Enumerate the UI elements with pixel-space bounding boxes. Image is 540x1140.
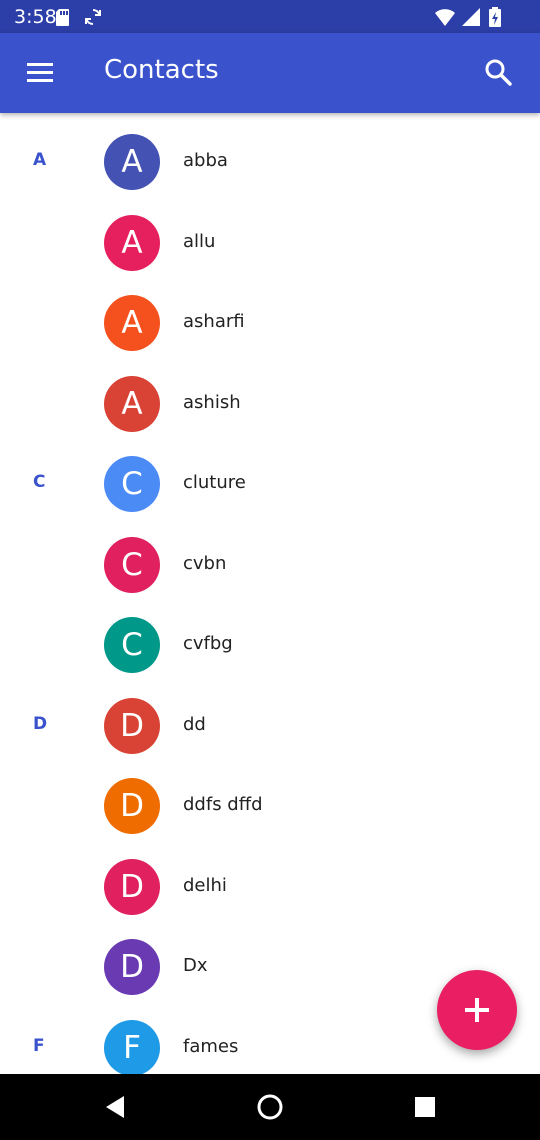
sync-icon [82, 6, 104, 28]
home-icon[interactable] [253, 1090, 287, 1124]
contact-name: Dx [183, 955, 208, 976]
app-bar: Contacts [0, 33, 540, 113]
avatar: A [104, 134, 160, 190]
contact-row[interactable]: C C cluture [0, 444, 540, 524]
contact-name: fames [183, 1036, 239, 1057]
section-letter: A [33, 150, 47, 170]
wifi-icon [434, 6, 456, 28]
search-icon[interactable] [478, 52, 518, 92]
contact-row[interactable]: C cvbn [0, 525, 540, 605]
back-icon[interactable] [98, 1090, 132, 1124]
section-letter: D [33, 714, 48, 734]
page-title: Contacts [104, 55, 219, 85]
contact-row[interactable]: A asharfi [0, 283, 540, 363]
contact-name: delhi [183, 875, 227, 896]
avatar: A [104, 376, 160, 432]
section-letter: C [33, 472, 46, 492]
contact-name: ashish [183, 392, 241, 413]
sd-card-icon [52, 6, 74, 28]
navigation-bar [0, 1074, 540, 1140]
section-letter: F [33, 1036, 45, 1056]
battery-icon [484, 6, 506, 28]
contact-row[interactable]: D ddfs dffd [0, 766, 540, 846]
contact-name: abba [183, 150, 228, 171]
avatar: D [104, 778, 160, 834]
avatar: D [104, 859, 160, 915]
avatar: D [104, 698, 160, 754]
avatar: A [104, 215, 160, 271]
contact-name: asharfi [183, 311, 245, 332]
avatar: D [104, 939, 160, 995]
avatar: C [104, 456, 160, 512]
contact-row[interactable]: C cvfbg [0, 605, 540, 685]
hamburger-menu-icon[interactable] [20, 53, 60, 93]
contact-name: ddfs dffd [183, 794, 263, 815]
status-bar: 3:58 [0, 0, 540, 33]
contact-row[interactable]: A A abba [0, 122, 540, 202]
avatar: C [104, 537, 160, 593]
add-contact-button[interactable] [437, 970, 517, 1050]
recents-icon[interactable] [408, 1090, 442, 1124]
contact-row[interactable]: D delhi [0, 847, 540, 927]
contact-row[interactable]: A ashish [0, 364, 540, 444]
contact-name: dd [183, 714, 206, 735]
avatar: F [104, 1020, 160, 1074]
contact-row[interactable]: D D dd [0, 686, 540, 766]
contact-name: cvbn [183, 553, 227, 574]
contact-name: cvfbg [183, 633, 233, 654]
contact-row[interactable]: A allu [0, 203, 540, 283]
signal-icon [460, 6, 482, 28]
plus-icon [465, 998, 489, 1022]
contact-name: cluture [183, 472, 246, 493]
contact-name: allu [183, 231, 216, 252]
avatar: C [104, 617, 160, 673]
avatar: A [104, 295, 160, 351]
status-time: 3:58 [14, 6, 57, 28]
